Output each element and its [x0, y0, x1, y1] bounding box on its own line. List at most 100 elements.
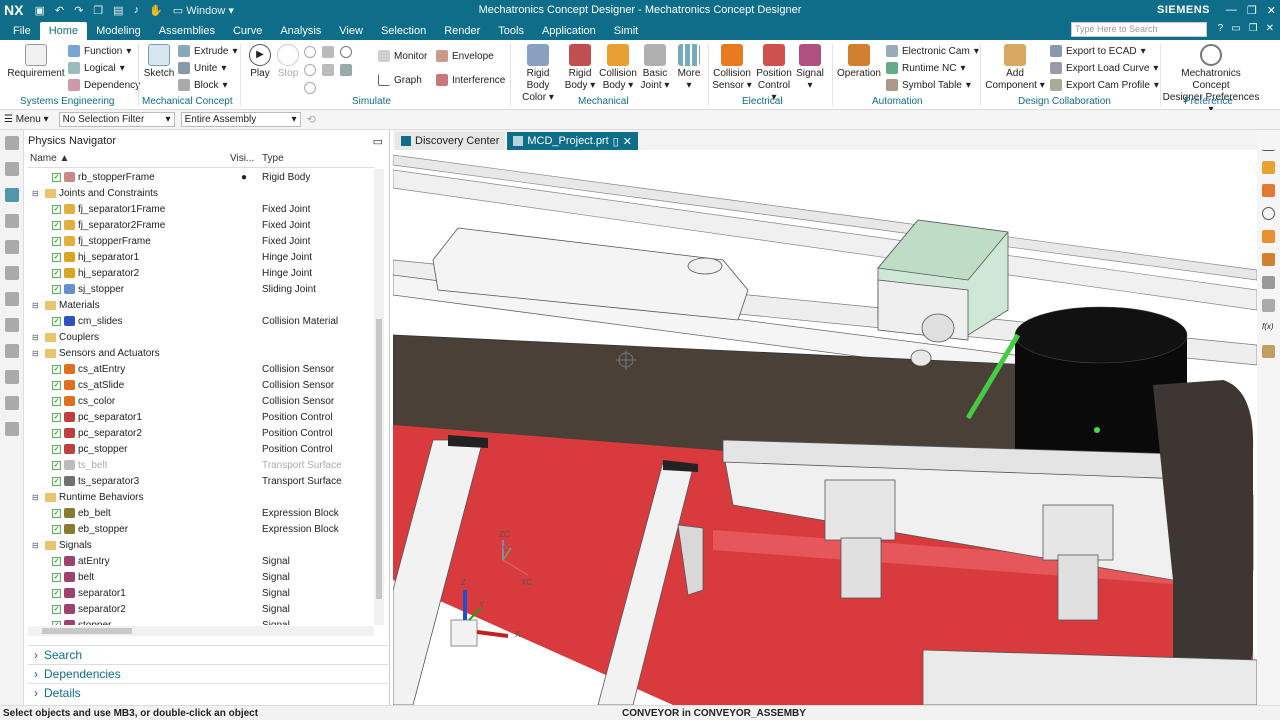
- visibility-checkbox[interactable]: ✓: [52, 524, 61, 534]
- rigid-body-color-button[interactable]: Rigid Body Color ▾: [514, 44, 562, 104]
- maximize-panel-icon[interactable]: ▭: [373, 135, 383, 148]
- tab-application[interactable]: Application: [533, 22, 605, 40]
- search-input[interactable]: Type Here to Search: [1071, 22, 1207, 37]
- tab-file[interactable]: File: [4, 22, 40, 40]
- tab-tools[interactable]: Tools: [489, 22, 533, 40]
- visibility-checkbox[interactable]: ✓: [52, 220, 61, 230]
- physics-navigator-icon[interactable]: [4, 188, 19, 202]
- tree-item-row[interactable]: ✓ atEntry Signal: [28, 553, 374, 569]
- snapshot-icon[interactable]: [322, 46, 334, 58]
- tab-home[interactable]: Home: [39, 22, 88, 40]
- tab-close-icon[interactable]: ✕: [623, 135, 632, 148]
- dependencies-panel[interactable]: › Dependencies: [28, 664, 388, 682]
- tab-render[interactable]: Render: [435, 22, 489, 40]
- process-studio-icon[interactable]: [4, 422, 19, 436]
- tree-item-row[interactable]: ✓ pc_separator2 Position Control: [28, 425, 374, 441]
- reuse-library-icon[interactable]: [4, 292, 19, 306]
- visibility-checkbox[interactable]: ✓: [52, 380, 61, 390]
- undo-icon[interactable]: ↶: [55, 4, 64, 17]
- tab-mcd-project[interactable]: MCD_Project.prt ▯ ✕: [507, 132, 638, 150]
- tab-assemblies[interactable]: Assemblies: [150, 22, 224, 40]
- graphics-window[interactable]: ZC YC XC Z Y X: [393, 150, 1257, 705]
- more-button[interactable]: More ▾: [674, 44, 704, 92]
- formula-icon[interactable]: f(x): [1262, 322, 1275, 335]
- tree-item-row[interactable]: ✓ fj_stopperFrame Fixed Joint: [28, 233, 374, 249]
- tree-folder-row[interactable]: ⊟ Joints and Constraints: [28, 185, 374, 201]
- visibility-checkbox[interactable]: ✓: [52, 172, 61, 182]
- dependency-button[interactable]: Dependency: [68, 79, 140, 91]
- visibility-checkbox[interactable]: ✓: [52, 428, 61, 438]
- envelope-button[interactable]: Envelope: [436, 50, 494, 62]
- tree-folder-row[interactable]: ⊟ Runtime Behaviors: [28, 489, 374, 505]
- web-browser-icon[interactable]: [4, 344, 19, 358]
- sketch-button[interactable]: Sketch: [142, 44, 176, 80]
- operation-button[interactable]: Operation: [836, 44, 882, 80]
- block-button[interactable]: Block ▾: [178, 79, 227, 91]
- signal-button[interactable]: Signal ▾: [796, 44, 824, 92]
- ribbon-collapse-icon[interactable]: ▭: [1231, 23, 1240, 34]
- unite-button[interactable]: Unite ▾: [178, 62, 226, 74]
- rigid-body-button[interactable]: Rigid Body ▾: [564, 44, 596, 92]
- touch-mode-icon[interactable]: ✋: [149, 4, 163, 17]
- export-load-curve-button[interactable]: Export Load Curve ▾: [1050, 62, 1158, 74]
- runtime-nc-button[interactable]: Runtime NC ▾: [886, 62, 966, 74]
- play-button[interactable]: ▶ Play: [246, 44, 274, 80]
- visibility-checkbox[interactable]: ✓: [52, 412, 61, 422]
- joint-icon[interactable]: [1262, 299, 1275, 312]
- collision-body-button[interactable]: Collision Body ▾: [598, 44, 638, 92]
- tree-item-row[interactable]: ✓ belt Signal: [28, 569, 374, 585]
- operation-icon[interactable]: [1262, 253, 1275, 266]
- visibility-checkbox[interactable]: ✓: [52, 588, 61, 598]
- tree-folder-row[interactable]: ⊟ Signals: [28, 537, 374, 553]
- tab-selection[interactable]: Selection: [372, 22, 435, 40]
- tree-folder-row[interactable]: ⊟ Couplers: [28, 329, 374, 345]
- tab-view[interactable]: View: [330, 22, 372, 40]
- tree-item-row[interactable]: ✓ hj_separator2 Hinge Joint: [28, 265, 374, 281]
- component-library-icon[interactable]: [4, 318, 19, 332]
- visibility-checkbox[interactable]: ✓: [52, 204, 61, 214]
- play-icon[interactable]: [1262, 207, 1275, 220]
- tree-item-row[interactable]: ✓ cs_color Collision Sensor: [28, 393, 374, 409]
- tree-item-row[interactable]: ✓ pc_stopper Position Control: [28, 441, 374, 457]
- visibility-checkbox[interactable]: ✓: [52, 572, 61, 582]
- zoom-icon[interactable]: [340, 46, 352, 58]
- tree-item-row[interactable]: ✓ fj_separator2Frame Fixed Joint: [28, 217, 374, 233]
- tab-pin-icon[interactable]: ▯: [613, 135, 619, 148]
- paste-icon[interactable]: ▤: [113, 4, 123, 17]
- scale-icon[interactable]: [322, 64, 334, 76]
- close-icon[interactable]: ✕: [1267, 4, 1276, 17]
- save-icon[interactable]: ▣: [34, 4, 44, 17]
- visibility-checkbox[interactable]: ✓: [52, 508, 61, 518]
- tree-item-row[interactable]: ✓ ts_separator3 Transport Surface: [28, 473, 374, 489]
- vertical-scrollbar[interactable]: [374, 169, 384, 625]
- collapse-icon[interactable]: ⊟: [32, 301, 42, 310]
- tree-item-row[interactable]: ✓ fj_separator1Frame Fixed Joint: [28, 201, 374, 217]
- rewind-icon[interactable]: [304, 82, 316, 94]
- assembly-navigator-icon[interactable]: [4, 162, 19, 176]
- menu-button[interactable]: ☰ Menu ▾: [4, 114, 49, 125]
- window-menu[interactable]: ▭ Window ▾: [173, 4, 234, 17]
- selection-filter-dropdown[interactable]: No Selection Filter ▾: [58, 112, 175, 127]
- part-navigator-icon[interactable]: [4, 240, 19, 254]
- sequence-editor-icon[interactable]: [4, 266, 19, 280]
- filter-reset-icon[interactable]: ⟲: [307, 113, 316, 126]
- export-cam-profile-button[interactable]: Export Cam Profile ▾: [1050, 79, 1159, 91]
- monitor-button[interactable]: Monitor: [378, 50, 427, 62]
- function-button[interactable]: Function ▾: [68, 45, 131, 57]
- close-part-icon[interactable]: ✕: [1266, 23, 1274, 34]
- extrude-button[interactable]: Extrude ▾: [178, 45, 238, 57]
- restore-icon[interactable]: ❐: [1247, 4, 1257, 17]
- tab-discovery-center[interactable]: Discovery Center: [395, 132, 506, 150]
- electronic-cam-button[interactable]: Electronic Cam ▾: [886, 45, 979, 57]
- export-ecad-button[interactable]: Export to ECAD ▾: [1050, 45, 1146, 57]
- selection-scope-dropdown[interactable]: Entire Assembly ▾: [180, 112, 301, 127]
- visibility-checkbox[interactable]: ✓: [52, 316, 61, 326]
- tree-item-row[interactable]: ✓ eb_belt Expression Block: [28, 505, 374, 521]
- redo-icon[interactable]: ↷: [74, 4, 83, 17]
- tree-item-row[interactable]: ✓ stopper Signal: [28, 617, 374, 625]
- rigid-body-icon[interactable]: [1262, 161, 1275, 174]
- add-component-button[interactable]: Add Component ▾: [984, 44, 1046, 92]
- column-visibility[interactable]: Visi...: [228, 153, 260, 167]
- collapse-icon[interactable]: ⊟: [32, 189, 42, 198]
- minimize-icon[interactable]: —: [1226, 4, 1237, 17]
